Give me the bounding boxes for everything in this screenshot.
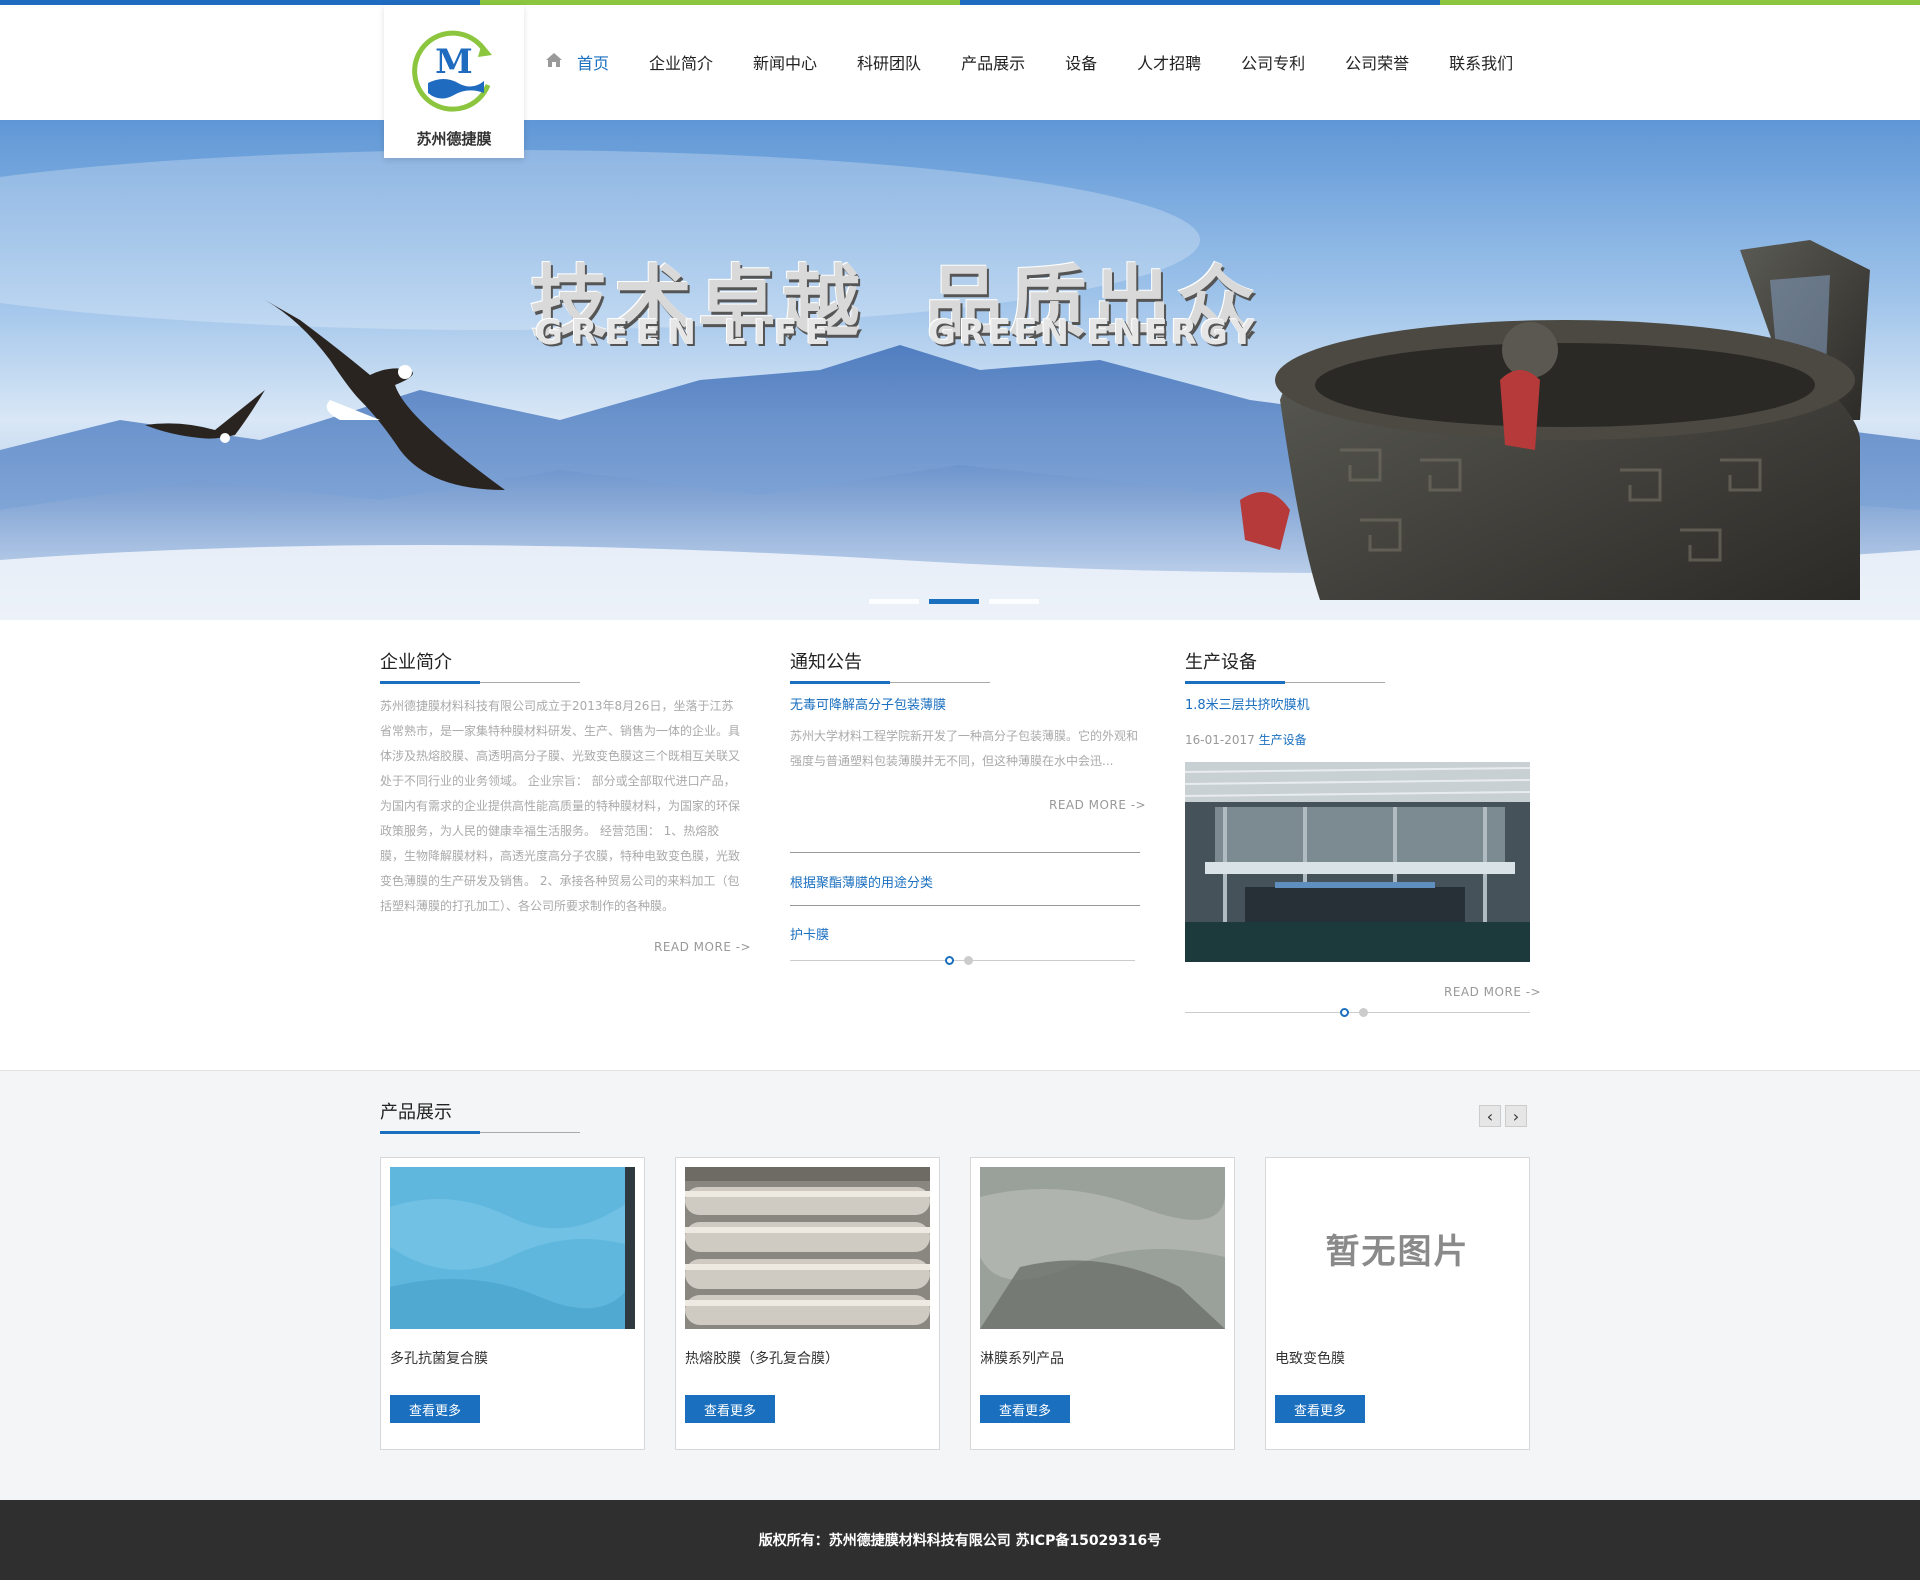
nav-products[interactable]: 产品展示: [961, 50, 1025, 74]
divider: [790, 905, 1140, 906]
product-image[interactable]: [390, 1167, 635, 1329]
equipment-photo[interactable]: [1185, 762, 1530, 962]
about-readmore-link[interactable]: READ MORE ->: [654, 940, 751, 954]
view-more-button[interactable]: 查看更多: [390, 1395, 480, 1423]
home-icon: [545, 52, 563, 72]
slider-dot-3[interactable]: [989, 599, 1039, 604]
carousel-prev-button[interactable]: ‹: [1479, 1105, 1501, 1127]
notice-item-1-title[interactable]: 无毒可降解高分子包装薄膜: [790, 694, 946, 713]
film-blowing-machine-image: [1185, 762, 1530, 962]
nav-equipment[interactable]: 设备: [1065, 50, 1097, 74]
divider: [790, 852, 1140, 853]
about-body: 苏州德捷膜材料科技有限公司成立于2013年8月26日，坐落于江苏省常熟市，是一家…: [380, 699, 741, 913]
view-more-button[interactable]: 查看更多: [685, 1395, 775, 1423]
about-section-title: 企业简介: [380, 648, 580, 684]
svg-text:M: M: [435, 42, 473, 82]
notice-pager: [945, 956, 973, 965]
equipment-readmore-link[interactable]: READ MORE ->: [1444, 985, 1541, 999]
company-logo-icon: M: [412, 30, 492, 112]
equipment-pager-dot-1[interactable]: [1340, 1008, 1349, 1017]
nav-honors[interactable]: 公司荣誉: [1345, 50, 1409, 74]
notice-item-3-title[interactable]: 护卡膜: [790, 924, 829, 943]
nav-news[interactable]: 新闻中心: [753, 50, 817, 74]
logo[interactable]: M 苏州德捷膜: [384, 5, 524, 158]
notice-pager-dot-2[interactable]: [964, 956, 973, 965]
copyright-text: 版权所有：苏州德捷膜材料科技有限公司 苏ICP备15029316号: [758, 1533, 1162, 1549]
logo-text: 苏州德捷膜: [416, 130, 492, 148]
header: M 苏州德捷膜 首页 企业简介 新闻中心 科研团队 产品展示 设备 人才招聘 公…: [0, 5, 1920, 158]
equipment-category-link[interactable]: 生产设备: [1259, 733, 1307, 747]
product-card[interactable]: 暂无图片 电致变色膜 查看更多: [1265, 1157, 1530, 1450]
product-image[interactable]: [980, 1167, 1225, 1329]
banner-scenery: [0, 150, 1920, 620]
footer: 版权所有：苏州德捷膜材料科技有限公司 苏ICP备15029316号: [0, 1500, 1920, 1580]
no-image-text: 暂无图片: [1325, 1231, 1470, 1272]
notice-readmore-link[interactable]: READ MORE ->: [1049, 798, 1146, 812]
slider-dot-1[interactable]: [869, 599, 919, 604]
product-image[interactable]: [685, 1167, 930, 1329]
nav-patents[interactable]: 公司专利: [1241, 50, 1305, 74]
main-nav: 首页 企业简介 新闻中心 科研团队 产品展示 设备 人才招聘 公司专利 公司荣誉…: [545, 50, 1553, 74]
notice-item-1-summary: 苏州大学材料工程学院新开发了一种高分子包装薄膜。它的外观和强度与普通塑料包装薄膜…: [790, 729, 1139, 768]
banner-subtitle-right: GREEN ENERGY: [928, 313, 1258, 353]
nav-home-label: 首页: [577, 54, 610, 73]
notice-item-2-title[interactable]: 根据聚酯薄膜的用途分类: [790, 872, 933, 891]
product-name[interactable]: 淋膜系列产品: [980, 1348, 1064, 1368]
slider-dot-2[interactable]: [929, 599, 979, 604]
view-more-button[interactable]: 查看更多: [1275, 1395, 1365, 1423]
nav-contact[interactable]: 联系我们: [1449, 50, 1513, 74]
equipment-section-title: 生产设备: [1185, 648, 1385, 684]
nav-about[interactable]: 企业简介: [649, 50, 713, 74]
product-card[interactable]: 淋膜系列产品 查看更多: [970, 1157, 1235, 1450]
bronze-ding: [1240, 240, 1870, 600]
nav-home[interactable]: 首页: [545, 50, 609, 74]
product-name[interactable]: 热熔胶膜（多孔复合膜）: [685, 1348, 839, 1368]
slider-dots: [869, 599, 1039, 604]
products-section-title: 产品展示: [380, 1098, 580, 1134]
product-name[interactable]: 多孔抗菌复合膜: [390, 1348, 488, 1368]
view-more-button[interactable]: 查看更多: [980, 1395, 1070, 1423]
banner-subtitle-left: GREEN LIFE: [535, 313, 837, 353]
notice-pager-dot-1[interactable]: [945, 956, 954, 965]
equipment-item-title[interactable]: 1.8米三层共挤吹膜机: [1185, 694, 1310, 713]
products-carousel-arrows: ‹ ›: [1479, 1105, 1527, 1127]
product-card[interactable]: 热熔胶膜（多孔复合膜） 查看更多: [675, 1157, 940, 1450]
notice-section-title: 通知公告: [790, 648, 990, 684]
product-card[interactable]: 多孔抗菌复合膜 查看更多: [380, 1157, 645, 1450]
hero-banner[interactable]: 技术卓越 品质出众 GREEN LIFE GREEN ENERGY: [0, 120, 1920, 620]
product-name[interactable]: 电致变色膜: [1275, 1348, 1345, 1368]
product-image-placeholder[interactable]: 暂无图片: [1275, 1167, 1520, 1329]
nav-research-team[interactable]: 科研团队: [857, 50, 921, 74]
equipment-meta: 16-01-2017 生产设备: [1185, 731, 1307, 748]
carousel-next-button[interactable]: ›: [1505, 1105, 1527, 1127]
products-section: [0, 1070, 1920, 1500]
equipment-date: 16-01-2017: [1185, 733, 1255, 747]
equipment-pager: [1340, 1008, 1368, 1017]
equipment-pager-dot-2[interactable]: [1359, 1008, 1368, 1017]
nav-careers[interactable]: 人才招聘: [1137, 50, 1201, 74]
